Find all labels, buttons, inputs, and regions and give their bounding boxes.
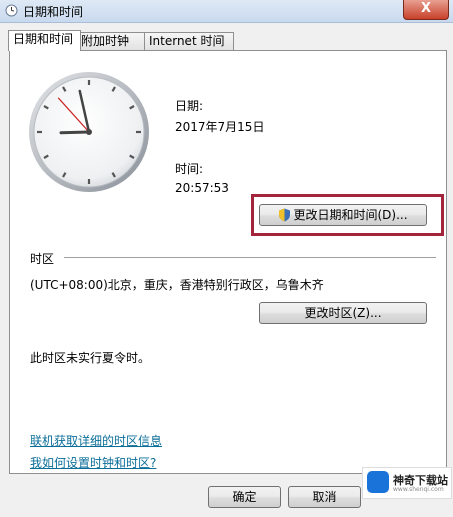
date-label: 日期: xyxy=(175,99,204,113)
uac-shield-icon xyxy=(279,208,291,222)
online-timezone-info-link[interactable]: 联机获取详细的时区信息 xyxy=(30,432,162,449)
ok-button[interactable]: 确定 xyxy=(208,486,281,508)
time-label: 时间: xyxy=(175,162,204,176)
close-icon: X xyxy=(420,1,432,16)
dst-note: 此时区未实行夏令时。 xyxy=(30,351,151,365)
tab-additional-clocks[interactable]: 附加时钟 xyxy=(76,32,145,50)
change-date-time-label: 更改日期和时间(D)... xyxy=(293,208,408,222)
tab-panel: 日期: 2017年7月15日 时间: 20:57:53 更改日期和时间(D)..… xyxy=(9,50,447,474)
timezone-value: (UTC+08:00)北京，重庆，香港特别行政区，乌鲁木齐 xyxy=(30,278,324,292)
tab-date-time[interactable]: 日期和时间 xyxy=(8,30,81,51)
window-title: 日期和时间 xyxy=(23,5,84,19)
timezone-section-label: 时区 xyxy=(30,252,55,266)
analog-clock xyxy=(29,72,149,192)
site-logo-icon xyxy=(367,471,389,493)
title-bar: 日期和时间 X xyxy=(0,0,453,23)
section-divider xyxy=(64,257,436,258)
cancel-button[interactable]: 取消 xyxy=(288,486,361,508)
time-value: 20:57:53 xyxy=(175,181,229,195)
change-timezone-button[interactable]: 更改时区(Z)... xyxy=(259,302,427,324)
site-watermark: 神奇下载站 www.shenqi.com xyxy=(362,467,452,499)
clock-app-icon xyxy=(5,4,18,17)
date-value: 2017年7月15日 xyxy=(175,120,265,134)
close-button[interactable]: X xyxy=(403,0,449,20)
watermark-sub: www.shenqi.com xyxy=(393,486,444,493)
how-to-set-clock-link[interactable]: 我如何设置时钟和时区? xyxy=(30,454,156,471)
change-date-time-button[interactable]: 更改日期和时间(D)... xyxy=(259,204,427,226)
tab-internet-time[interactable]: Internet 时间 xyxy=(144,32,234,50)
